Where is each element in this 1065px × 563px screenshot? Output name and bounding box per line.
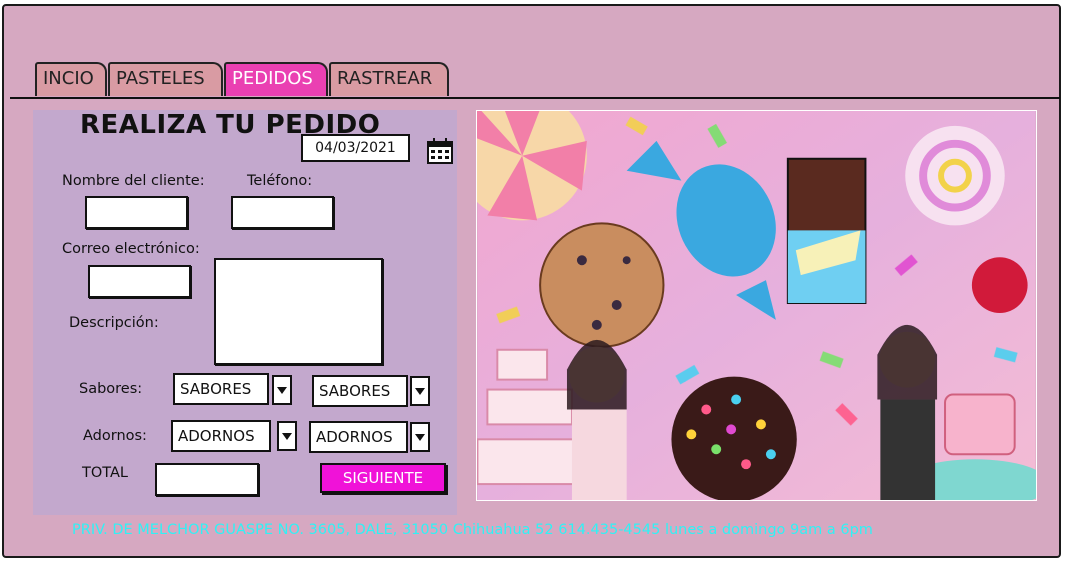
client-name-label: Nombre del cliente: (62, 173, 205, 189)
total-field (155, 463, 259, 496)
tab-pedidos[interactable]: PEDIDOS (224, 62, 328, 96)
description-label: Descripción: (69, 315, 159, 331)
tab-rastrear[interactable]: RASTREAR (329, 62, 449, 96)
total-label: TOTAL (82, 465, 128, 481)
decorations-label: Adornos: (83, 428, 147, 444)
client-name-input[interactable] (85, 196, 188, 229)
tab-pasteles[interactable]: PASTELES (108, 62, 223, 96)
tab-divider (10, 97, 1060, 99)
calendar-icon[interactable] (425, 136, 455, 166)
chevron-down-icon[interactable] (277, 421, 297, 451)
phone-label: Teléfono: (247, 173, 313, 189)
footer-address: PRIV. DE MELCHOR GUASPE NO. 3605, DALE, … (72, 522, 873, 538)
email-label: Correo electrónico: (62, 241, 200, 257)
next-button[interactable]: SIGUIENTE (320, 463, 446, 493)
chevron-down-icon[interactable] (272, 375, 292, 405)
tab-inicio[interactable]: INCIO (35, 62, 107, 96)
chevron-down-icon[interactable] (410, 376, 430, 406)
candy-illustration (476, 110, 1037, 501)
decoration-select-2[interactable]: ADORNOS (309, 421, 408, 453)
chevron-down-icon[interactable] (410, 422, 430, 452)
flavor-select-1[interactable]: SABORES (173, 373, 269, 405)
description-textarea[interactable] (214, 258, 383, 365)
flavors-label: Sabores: (79, 381, 143, 397)
decoration-select-1[interactable]: ADORNOS (171, 420, 271, 452)
email-input[interactable] (88, 265, 191, 298)
date-field[interactable]: 04/03/2021 (301, 134, 410, 162)
flavor-select-2[interactable]: SABORES (312, 375, 408, 407)
phone-input[interactable] (231, 196, 334, 229)
